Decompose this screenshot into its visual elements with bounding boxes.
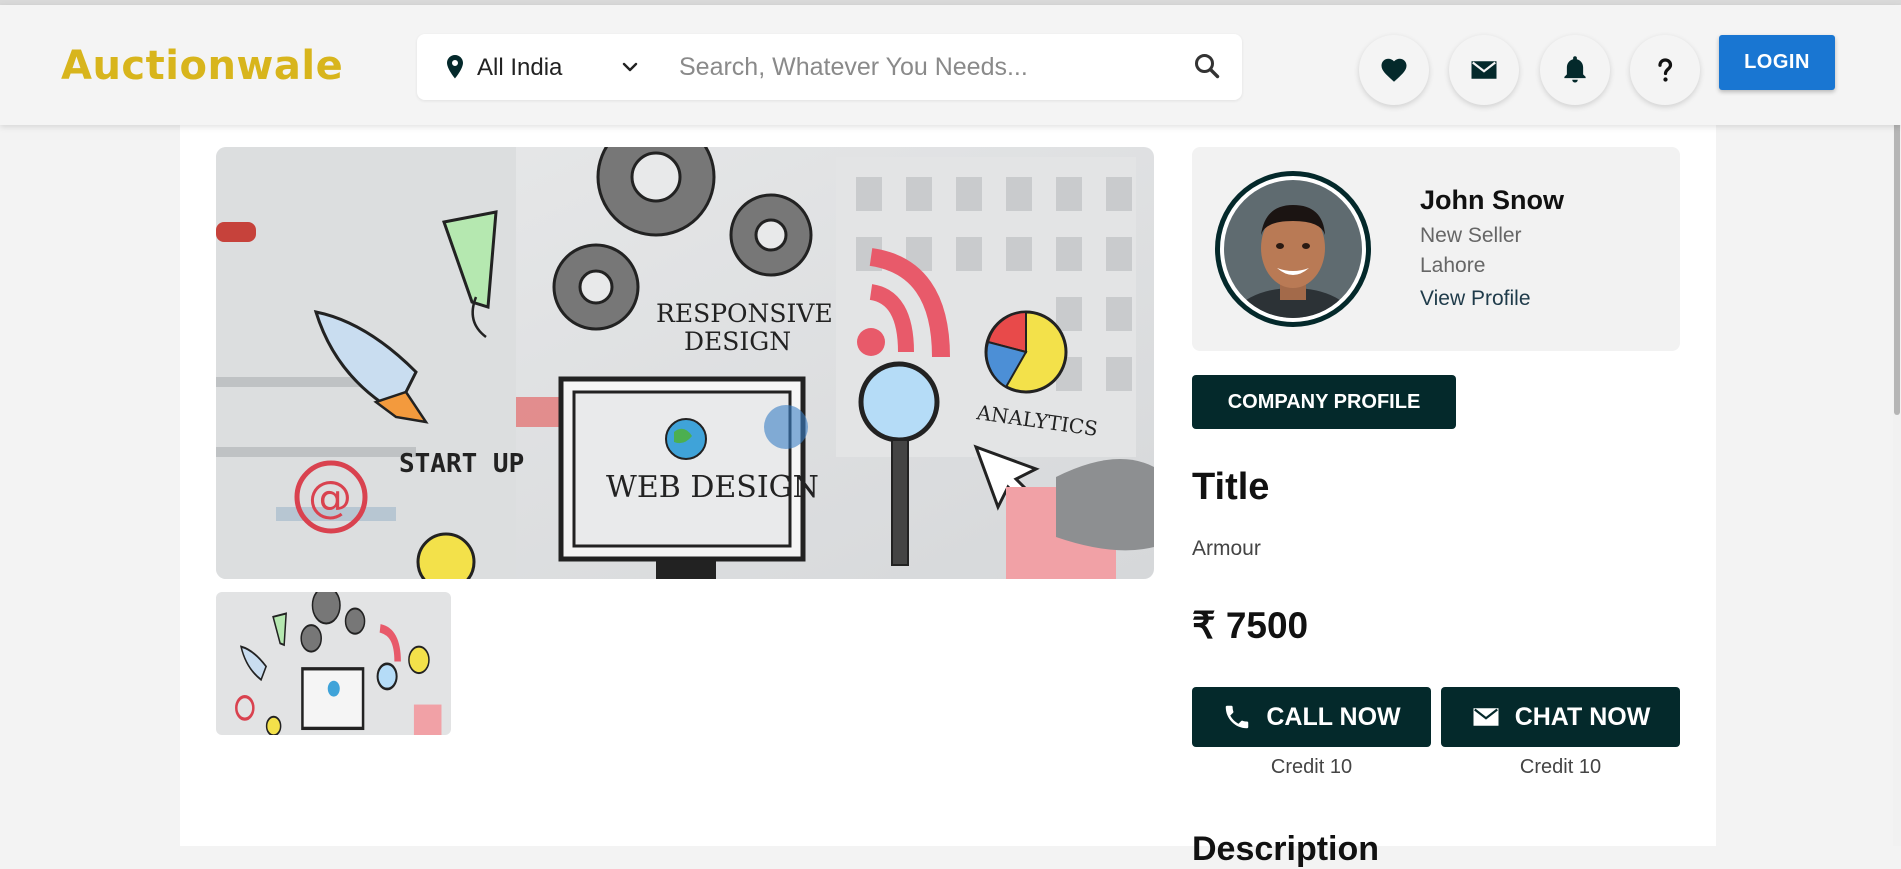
svg-text:RESPONSIVE: RESPONSIVE <box>656 299 833 328</box>
product-thumbnail[interactable] <box>216 592 451 735</box>
messages-button[interactable] <box>1449 35 1519 105</box>
web-design-illustration: START UP RESPONSIVE DESIGN @ WEB DESIGN … <box>216 147 1154 579</box>
location-select[interactable]: All India <box>477 54 562 82</box>
call-now-button[interactable]: CALL NOW <box>1192 687 1431 747</box>
title-heading: Title <box>1192 466 1270 508</box>
svg-text:@: @ <box>308 472 352 523</box>
chat-now-button[interactable]: CHAT NOW <box>1441 687 1680 747</box>
seller-city: Lahore <box>1420 254 1486 277</box>
svg-text:WEB DESIGN: WEB DESIGN <box>606 470 819 505</box>
product-main-image[interactable]: START UP RESPONSIVE DESIGN @ WEB DESIGN … <box>216 147 1154 579</box>
notifications-button[interactable] <box>1540 35 1610 105</box>
bell-icon <box>1564 56 1586 83</box>
help-button[interactable] <box>1630 35 1700 105</box>
thumbnail-illustration <box>216 592 451 735</box>
search-icon[interactable] <box>1193 52 1221 80</box>
search-input[interactable] <box>679 46 1159 88</box>
phone-icon <box>1226 705 1249 729</box>
seller-card: John Snow New Seller Lahore View Profile <box>1192 147 1680 351</box>
chat-credit: Credit 10 <box>1519 756 1602 778</box>
call-now-label: CALL NOW <box>1266 702 1401 731</box>
svg-text:DESIGN: DESIGN <box>684 327 791 356</box>
location-pin-icon <box>447 55 463 79</box>
chevron-down-icon[interactable] <box>619 56 641 78</box>
mail-icon <box>1473 708 1499 726</box>
heart-icon <box>1381 58 1407 82</box>
login-button[interactable]: LOGIN <box>1719 35 1835 90</box>
seller-avatar[interactable] <box>1215 171 1371 327</box>
description-heading: Description <box>1192 830 1380 868</box>
seller-status: New Seller <box>1420 224 1522 247</box>
wishlist-button[interactable] <box>1359 35 1429 105</box>
top-header: Auctionwale All India Search, Whatever Y… <box>0 5 1901 125</box>
seller-name: John Snow <box>1420 185 1564 215</box>
search-bar: All India <box>417 34 1242 100</box>
view-profile-link[interactable]: View Profile <box>1420 287 1531 311</box>
seller-photo <box>1224 180 1362 318</box>
chat-now-label: CHAT NOW <box>1514 702 1651 731</box>
price: ₹ 7500 <box>1192 605 1309 646</box>
scrollbar-thumb[interactable] <box>1894 115 1900 415</box>
brand-logo[interactable]: Auctionwale <box>61 43 343 89</box>
call-credit: Credit 10 <box>1270 756 1353 778</box>
illustration-label-start-up: START UP <box>399 449 524 479</box>
page-scrollbar[interactable] <box>1893 5 1901 846</box>
title-value: Armour <box>1192 537 1261 560</box>
mail-icon <box>1471 61 1497 79</box>
company-profile-button[interactable]: COMPANY PROFILE <box>1192 375 1456 429</box>
help-icon <box>1658 58 1673 82</box>
